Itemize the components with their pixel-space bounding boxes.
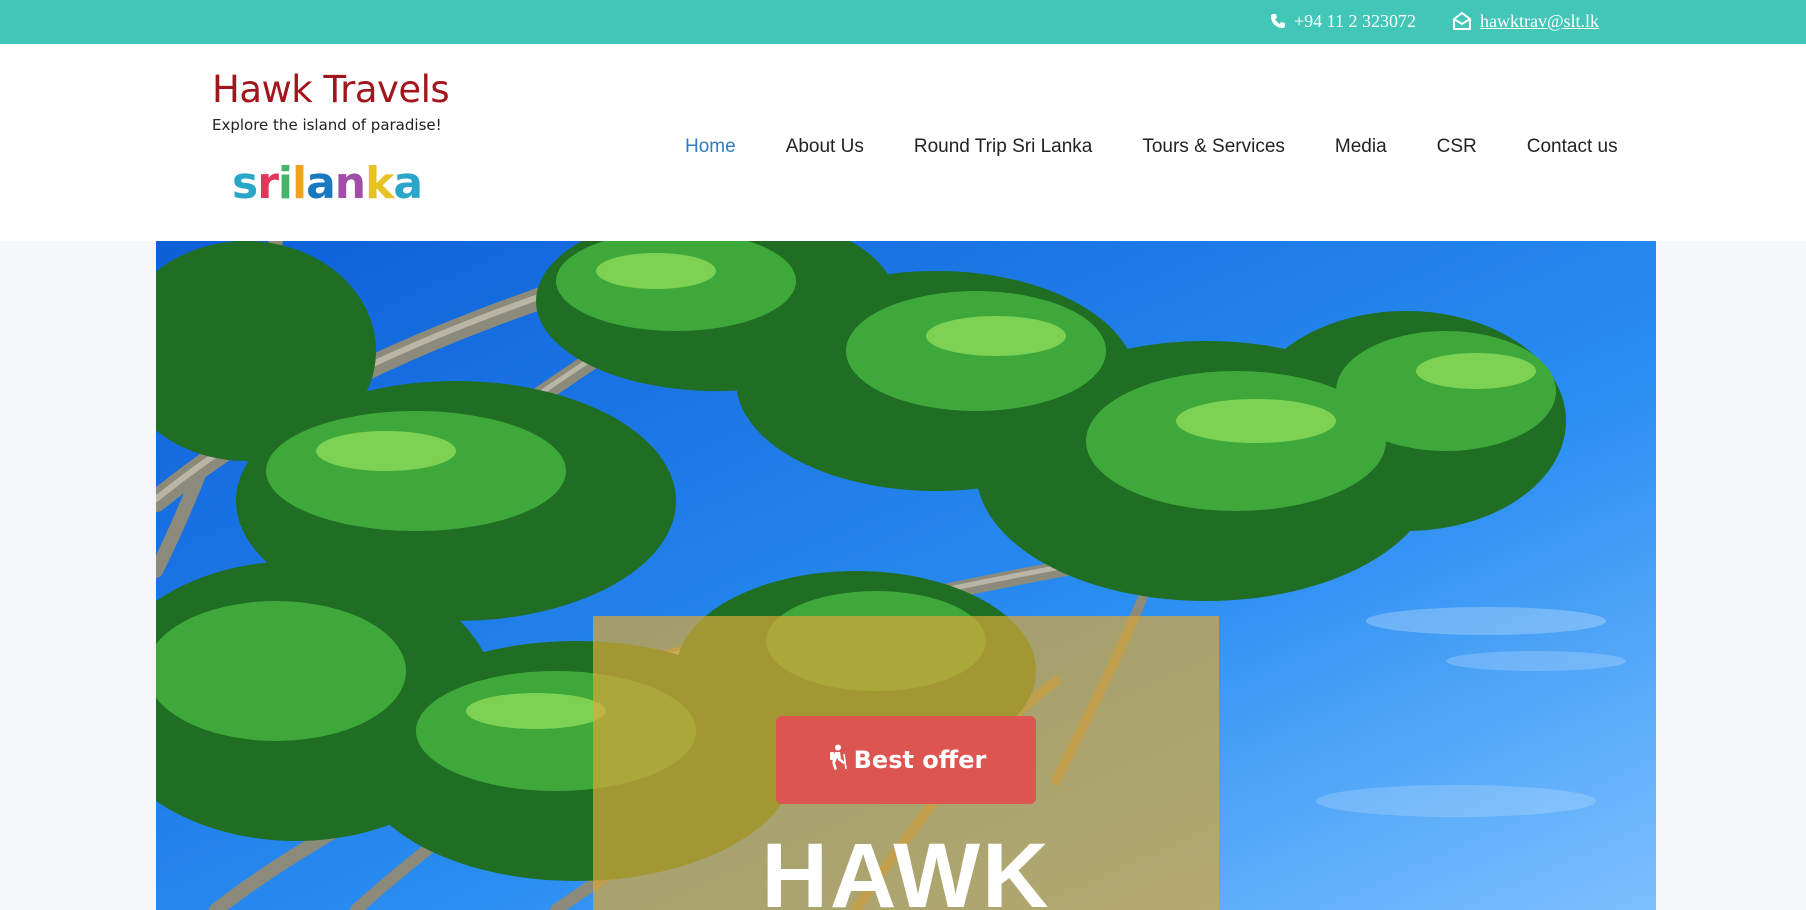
phone-contact[interactable]: +94 11 2 323072: [1270, 10, 1416, 32]
logo-brand: Hawk Travels: [212, 68, 450, 111]
phone-icon: [1270, 13, 1286, 29]
srilanka-logo: srilanka: [232, 158, 423, 209]
srilanka-letter: l: [292, 158, 307, 209]
nav-item-media[interactable]: Media: [1335, 136, 1387, 158]
contact-bar: +94 11 2 323072 hawktrav@slt.lk: [0, 0, 1806, 44]
nav-item-tours-services[interactable]: Tours & Services: [1142, 136, 1285, 158]
nav-item-round-trip[interactable]: Round Trip Sri Lanka: [914, 136, 1093, 158]
hiking-person-icon: [826, 744, 848, 776]
nav-item-csr[interactable]: CSR: [1437, 136, 1477, 158]
phone-number: +94 11 2 323072: [1294, 10, 1416, 31]
srilanka-letter: n: [334, 158, 366, 209]
hero-banner: Best offer HAWK: [156, 241, 1656, 910]
site-logo[interactable]: Hawk Travels Explore the island of parad…: [210, 68, 450, 228]
srilanka-letter: k: [365, 158, 394, 209]
email-link[interactable]: hawktrav@slt.lk: [1480, 11, 1599, 32]
main-nav: Home About Us Round Trip Sri Lanka Tours…: [660, 132, 1643, 162]
logo-tagline: Explore the island of paradise!: [212, 116, 442, 134]
srilanka-letter: a: [393, 158, 423, 209]
srilanka-letter: i: [277, 158, 293, 209]
nav-item-about-us[interactable]: About Us: [786, 136, 864, 158]
srilanka-letter: r: [257, 158, 279, 209]
srilanka-letter: a: [306, 158, 336, 209]
best-offer-button[interactable]: Best offer: [776, 716, 1036, 804]
email-contact[interactable]: hawktrav@slt.lk: [1452, 10, 1599, 32]
nav-item-home[interactable]: Home: [685, 136, 736, 158]
nav-item-contact-us[interactable]: Contact us: [1527, 136, 1618, 158]
envelope-open-icon: [1452, 12, 1472, 30]
site-header: Hawk Travels Explore the island of parad…: [0, 44, 1806, 241]
best-offer-label: Best offer: [853, 746, 987, 774]
hero-title: HAWK: [761, 825, 1051, 910]
srilanka-letter: s: [232, 158, 258, 209]
hero-offer-panel: Best offer HAWK: [593, 616, 1219, 910]
